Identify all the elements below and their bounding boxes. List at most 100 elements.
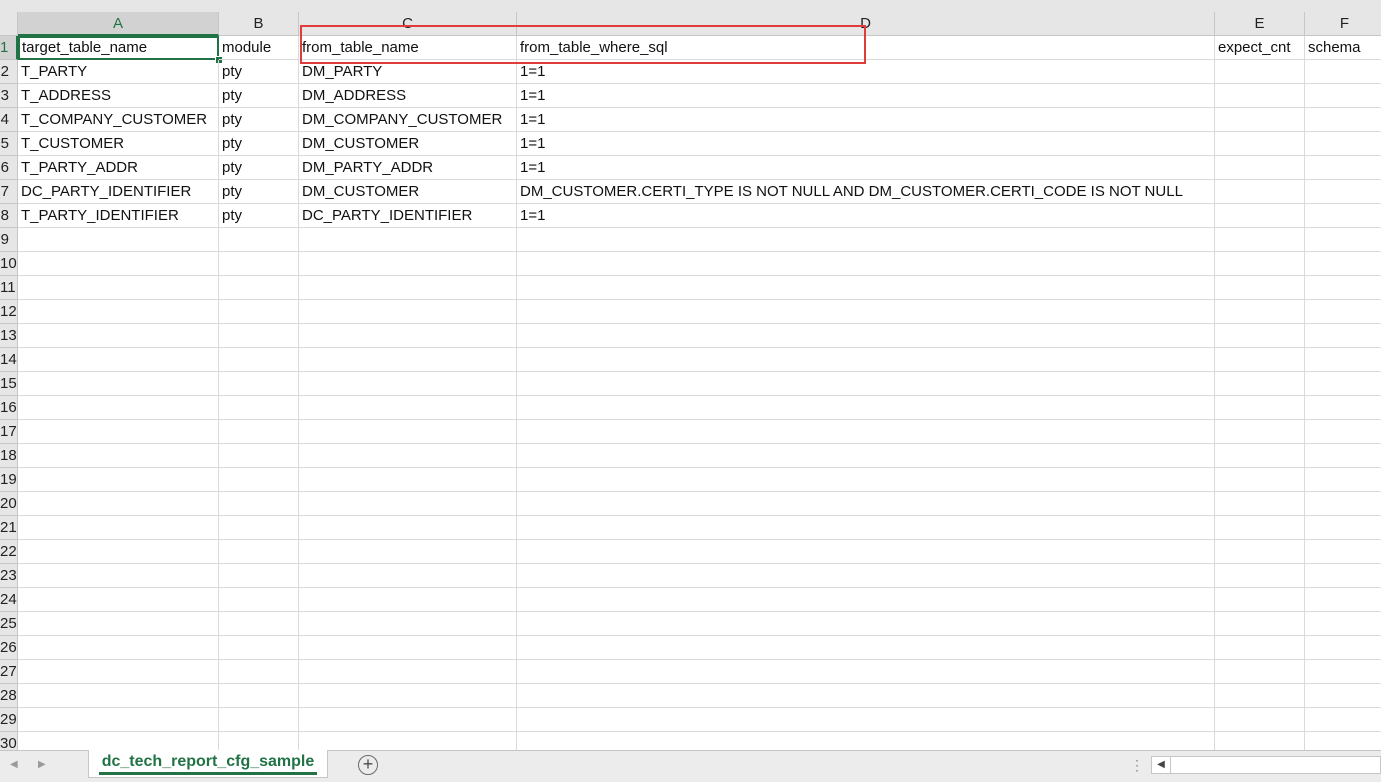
cell-f12[interactable] [1305,300,1381,324]
cell-d5[interactable]: 1=1 [517,132,1215,156]
cell-c15[interactable] [299,372,517,396]
cell-a27[interactable] [18,660,219,684]
row-header-26[interactable]: 26 [0,636,18,660]
cell-e15[interactable] [1215,372,1305,396]
cell-b16[interactable] [219,396,299,420]
cell-a3[interactable]: T_ADDRESS [18,84,219,108]
sheet-tab-active[interactable]: dc_tech_report_cfg_sample [88,750,328,778]
row-header-18[interactable]: 18 [0,444,18,468]
cell-c12[interactable] [299,300,517,324]
cell-f25[interactable] [1305,612,1381,636]
cell-f14[interactable] [1305,348,1381,372]
row-header-4[interactable]: 4 [0,108,18,132]
cell-b9[interactable] [219,228,299,252]
cell-c20[interactable] [299,492,517,516]
cell-e7[interactable] [1215,180,1305,204]
cell-d8[interactable]: 1=1 [517,204,1215,228]
row-header-12[interactable]: 12 [0,300,18,324]
select-all-corner[interactable] [0,12,18,36]
cell-a28[interactable] [18,684,219,708]
cell-e22[interactable] [1215,540,1305,564]
cell-e18[interactable] [1215,444,1305,468]
cell-a24[interactable] [18,588,219,612]
cell-f16[interactable] [1305,396,1381,420]
cell-a8[interactable]: T_PARTY_IDENTIFIER [18,204,219,228]
cell-b5[interactable]: pty [219,132,299,156]
cell-c6[interactable]: DM_PARTY_ADDR [299,156,517,180]
cell-b27[interactable] [219,660,299,684]
cell-d22[interactable] [517,540,1215,564]
cell-d3[interactable]: 1=1 [517,84,1215,108]
cell-f21[interactable] [1305,516,1381,540]
cell-b21[interactable] [219,516,299,540]
cell-a19[interactable] [18,468,219,492]
cell-d9[interactable] [517,228,1215,252]
plus-circle-icon[interactable]: + [358,755,378,775]
cell-b2[interactable]: pty [219,60,299,84]
cell-b24[interactable] [219,588,299,612]
cell-f8[interactable] [1305,204,1381,228]
cell-f7[interactable] [1305,180,1381,204]
cell-d11[interactable] [517,276,1215,300]
cell-d14[interactable] [517,348,1215,372]
cell-b17[interactable] [219,420,299,444]
cell-a7[interactable]: DC_PARTY_IDENTIFIER [18,180,219,204]
cell-f3[interactable] [1305,84,1381,108]
row-header-22[interactable]: 22 [0,540,18,564]
vertical-dots-icon[interactable]: ⋮ [1130,757,1144,774]
cell-e10[interactable] [1215,252,1305,276]
cell-a21[interactable] [18,516,219,540]
cell-a30[interactable] [18,732,219,750]
cell-e21[interactable] [1215,516,1305,540]
row-header-15[interactable]: 15 [0,372,18,396]
cell-b20[interactable] [219,492,299,516]
cell-e26[interactable] [1215,636,1305,660]
cell-a1[interactable]: target_table_name [18,36,219,60]
cell-a23[interactable] [18,564,219,588]
cell-a2[interactable]: T_PARTY [18,60,219,84]
cell-c11[interactable] [299,276,517,300]
cell-b19[interactable] [219,468,299,492]
cell-d6[interactable]: 1=1 [517,156,1215,180]
cell-f23[interactable] [1305,564,1381,588]
cell-e1[interactable]: expect_cnt [1215,36,1305,60]
row-header-9[interactable]: 9 [0,228,18,252]
cell-f10[interactable] [1305,252,1381,276]
cell-a5[interactable]: T_CUSTOMER [18,132,219,156]
cell-a25[interactable] [18,612,219,636]
row-header-25[interactable]: 25 [0,612,18,636]
cell-f24[interactable] [1305,588,1381,612]
cell-f29[interactable] [1305,708,1381,732]
cell-a12[interactable] [18,300,219,324]
cell-f19[interactable] [1305,468,1381,492]
cell-c18[interactable] [299,444,517,468]
cell-b18[interactable] [219,444,299,468]
cell-f22[interactable] [1305,540,1381,564]
cell-b3[interactable]: pty [219,84,299,108]
cell-b26[interactable] [219,636,299,660]
cell-a20[interactable] [18,492,219,516]
cell-d30[interactable] [517,732,1215,750]
row-header-17[interactable]: 17 [0,420,18,444]
cell-e8[interactable] [1215,204,1305,228]
cell-f4[interactable] [1305,108,1381,132]
cell-d28[interactable] [517,684,1215,708]
row-header-20[interactable]: 20 [0,492,18,516]
cell-f20[interactable] [1305,492,1381,516]
row-header-30[interactable]: 30 [0,732,18,750]
cell-f17[interactable] [1305,420,1381,444]
row-header-29[interactable]: 29 [0,708,18,732]
cell-c4[interactable]: DM_COMPANY_CUSTOMER [299,108,517,132]
cell-b28[interactable] [219,684,299,708]
cell-b10[interactable] [219,252,299,276]
cell-f1[interactable]: schema [1305,36,1381,60]
cell-b22[interactable] [219,540,299,564]
cell-e29[interactable] [1215,708,1305,732]
cell-a11[interactable] [18,276,219,300]
cell-b14[interactable] [219,348,299,372]
cell-d20[interactable] [517,492,1215,516]
column-header-c[interactable]: C [299,12,517,36]
column-header-d[interactable]: D [517,12,1215,36]
cell-a10[interactable] [18,252,219,276]
cell-d29[interactable] [517,708,1215,732]
